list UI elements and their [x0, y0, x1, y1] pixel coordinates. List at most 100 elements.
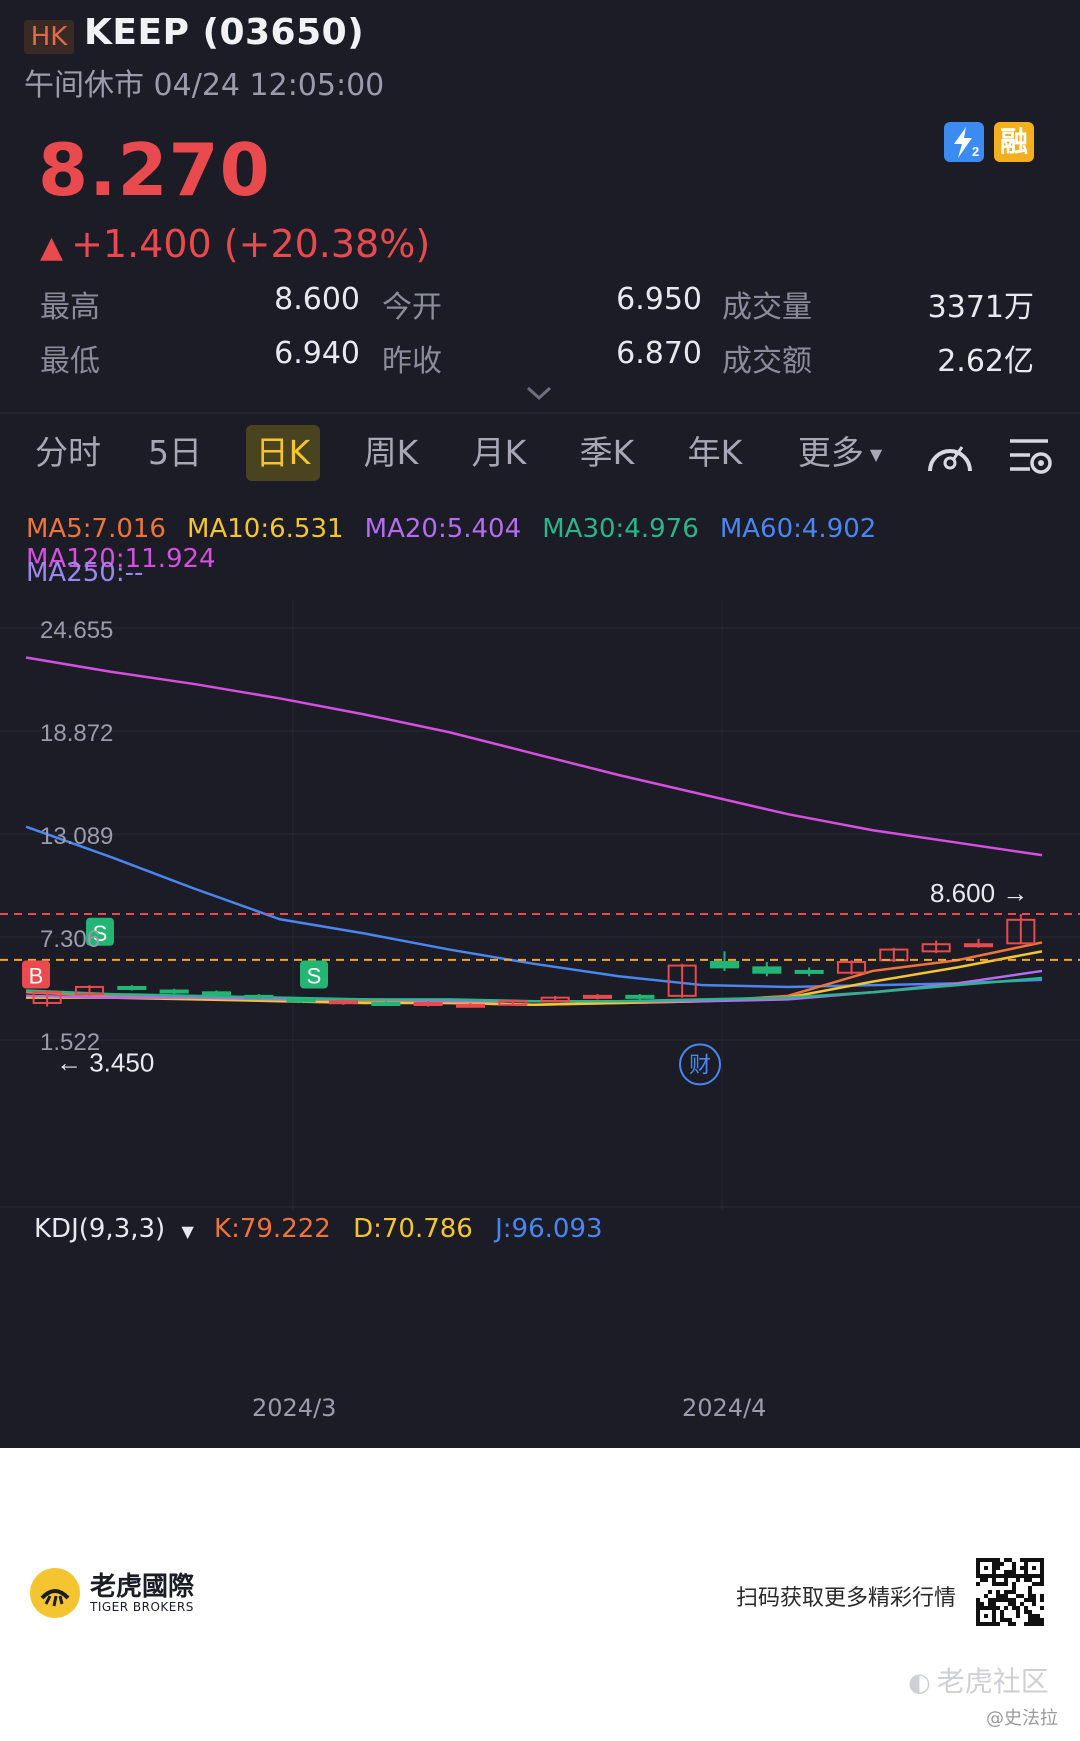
tab-5day[interactable]: 5日 [136, 425, 214, 481]
divider [0, 412, 1080, 414]
qr-cell [1040, 1618, 1044, 1622]
qr-cell [1012, 1598, 1016, 1602]
watermark-logo: ◐ 老虎社区 [908, 1660, 1049, 1700]
ma60-label: MA60:4.902 [719, 514, 877, 544]
qr-cell [1028, 1594, 1032, 1598]
candle [244, 994, 274, 999]
tiger-logo-icon [30, 1568, 80, 1618]
stat-value-open: 6.950 [616, 282, 702, 317]
qr-cell [1000, 1594, 1004, 1598]
qr-cell [992, 1622, 996, 1626]
qr-cell [988, 1598, 992, 1602]
level2-icon[interactable]: 2 [944, 122, 984, 162]
tab-weekly-k[interactable]: 周K [352, 425, 430, 481]
period-tabs: 分时 5日 日K 周K 月K 季K 年K 更多 ▼ [0, 425, 1080, 490]
tab-more[interactable]: 更多 ▼ [790, 425, 890, 481]
qr-cell [1016, 1574, 1020, 1578]
qr-cell [1032, 1598, 1036, 1602]
share-footer: 老虎國際 TIGER BROKERS 扫码获取更多精彩行情 ◐ 老虎社区 @史法拉 [0, 1448, 1080, 1741]
qr-cell [1016, 1578, 1020, 1582]
qr-cell [988, 1574, 992, 1578]
y-tick-label: 18.872 [40, 720, 113, 747]
qr-cell [1036, 1614, 1040, 1618]
qr-cell [984, 1566, 988, 1570]
qr-cell [976, 1574, 980, 1578]
qr-cell [1000, 1610, 1004, 1614]
qr-cell [984, 1622, 988, 1626]
qr-cell [996, 1562, 1000, 1566]
qr-cell [1016, 1594, 1020, 1598]
candle [582, 994, 613, 999]
stock-detail-screen: HK KEEP (03650) 午间休市 04/24 12:05:00 2 融 … [0, 0, 1080, 1448]
qr-cell [1024, 1610, 1028, 1614]
tab-more-label: 更多 [797, 433, 864, 472]
qr-cell [1028, 1558, 1032, 1562]
stat-value-prev-close: 6.870 [616, 336, 702, 371]
kdj-j-value: J:96.093 [495, 1214, 603, 1244]
qr-cell [988, 1606, 992, 1610]
qr-cell [1016, 1606, 1020, 1610]
dropdown-arrow-icon: ▼ [869, 444, 883, 464]
qr-cell [1040, 1566, 1044, 1570]
qr-cell [1028, 1610, 1032, 1614]
qr-cell [1004, 1598, 1008, 1602]
tab-daily-k[interactable]: 日K [246, 425, 320, 481]
ma-line-ma60 [25, 825, 1043, 989]
qr-cell [1008, 1590, 1012, 1594]
qr-cell [1040, 1558, 1044, 1562]
qr-cell [1000, 1574, 1004, 1578]
expand-chevron-icon[interactable] [524, 382, 554, 408]
qr-cell [1040, 1594, 1044, 1598]
high-marker-label: 8.600 → [930, 878, 1028, 908]
qr-cell [984, 1614, 988, 1618]
brand-name-cn: 老虎國際 [90, 1572, 195, 1602]
qr-cell [1032, 1582, 1036, 1586]
tab-monthly-k[interactable]: 月K [460, 425, 538, 481]
candle [794, 969, 824, 974]
candlestick-chart[interactable]: 8.600 →← 3.450BSS财 24.65518.87213.0897.3… [0, 600, 1080, 1210]
tab-intraday[interactable]: 分时 [26, 425, 110, 481]
qr-cell [992, 1558, 996, 1562]
kdj-title[interactable]: KDJ(9,3,3) [34, 1214, 165, 1244]
candle [963, 943, 994, 948]
qr-cell [996, 1622, 1000, 1626]
qr-cell [1020, 1566, 1024, 1570]
qr-cell [1028, 1590, 1032, 1594]
qr-cell [1020, 1558, 1024, 1562]
gauge-icon[interactable] [924, 433, 976, 481]
qr-cell [976, 1562, 980, 1566]
price-change-value: +1.400 (+20.38%) [71, 222, 431, 266]
candle [286, 998, 316, 1003]
qr-cell [1024, 1558, 1028, 1562]
y-tick-label: 1.522 [40, 1029, 100, 1056]
qr-cell [996, 1594, 1000, 1598]
candle [371, 1001, 401, 1006]
qr-cell [996, 1590, 1000, 1594]
tab-quarterly-k[interactable]: 季K [568, 425, 646, 481]
qr-cell [992, 1574, 996, 1578]
qr-cell [992, 1566, 996, 1570]
qr-cell [1036, 1582, 1040, 1586]
ma20-label: MA20:5.404 [364, 514, 522, 544]
qr-cell [1032, 1558, 1036, 1562]
y-tick-label: 7.306 [40, 926, 100, 953]
qr-cell [984, 1594, 988, 1598]
qr-cell [1016, 1610, 1020, 1614]
qr-cell [1040, 1562, 1044, 1566]
stat-value-low: 6.940 [274, 336, 360, 371]
kdj-dropdown-icon[interactable]: ▼ [181, 1222, 193, 1241]
tab-yearly-k[interactable]: 年K [676, 425, 754, 481]
brand-name-en: TIGER BROKERS [90, 1600, 194, 1614]
qr-cell [980, 1622, 984, 1626]
qr-cell [1000, 1614, 1004, 1618]
qr-cell [976, 1602, 980, 1606]
margin-icon[interactable]: 融 [994, 122, 1034, 162]
qr-cell [996, 1574, 1000, 1578]
qr-cell [1024, 1578, 1028, 1582]
qr-cell [1004, 1582, 1008, 1586]
ma5-label: MA5:7.016 [26, 514, 166, 544]
chart-settings-icon[interactable] [1008, 433, 1054, 481]
qr-cell [1004, 1558, 1008, 1562]
qr-cell [984, 1578, 988, 1582]
qr-cell [1028, 1614, 1032, 1618]
